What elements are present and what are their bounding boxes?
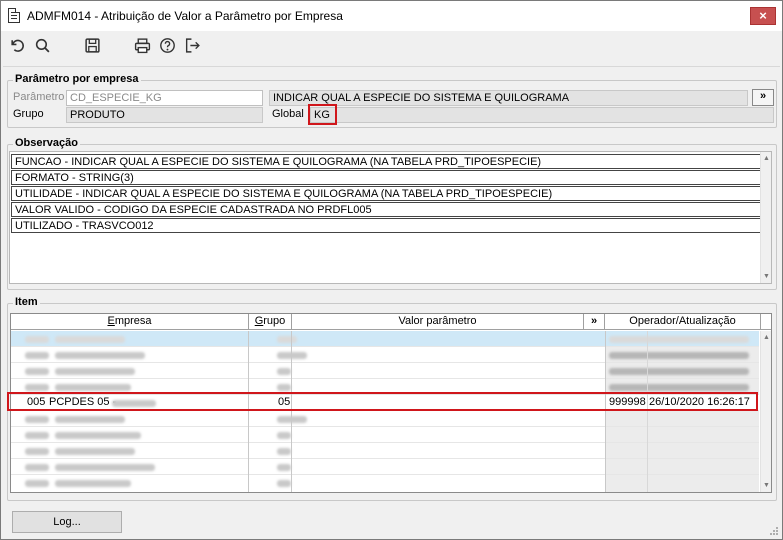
print-icon: [134, 37, 150, 53]
grupo-field: PRODUTO: [66, 107, 263, 123]
row-highlight-box: [7, 392, 758, 411]
save-icon: [84, 37, 100, 53]
observacao-scrollbar[interactable]: ▲ ▼: [760, 152, 771, 283]
save-button[interactable]: [82, 35, 102, 55]
exit-icon: [185, 37, 200, 53]
column-divider: [291, 331, 292, 492]
col-header-empresa[interactable]: Empresa: [11, 314, 249, 330]
column-divider: [647, 331, 648, 492]
window-title: ADMFM014 - Atribuição de Valor a Parâmet…: [27, 9, 343, 23]
global-label: Global: [272, 108, 304, 120]
global-highlight-box: [308, 104, 337, 125]
col-header-operador[interactable]: Operador/Atualização: [605, 314, 761, 330]
item-group-title: Item: [13, 296, 40, 308]
grupo-label: Grupo: [13, 108, 44, 120]
search-icon: [35, 38, 50, 53]
undo-button[interactable]: [7, 35, 27, 55]
toolbar: [1, 31, 782, 59]
document-icon: [8, 8, 20, 23]
scroll-down-icon[interactable]: ▼: [762, 481, 771, 490]
col-header-valor[interactable]: Valor parâmetro: [292, 314, 584, 330]
scroll-up-icon[interactable]: ▲: [762, 333, 771, 342]
item-grid-scrollbar[interactable]: ▲ ▼: [760, 331, 771, 492]
exit-button[interactable]: [182, 35, 202, 55]
parametro-more-button[interactable]: »: [752, 89, 774, 106]
undo-icon: [10, 39, 24, 52]
parametro-field[interactable]: CD_ESPECIE_KG: [66, 90, 263, 106]
col-header-grupo[interactable]: Grupo: [249, 314, 292, 330]
close-button[interactable]: ×: [750, 7, 776, 25]
parametro-label: Parâmetro: [13, 91, 65, 103]
application-window: ADMFM014 - Atribuição de Valor a Parâmet…: [0, 0, 783, 540]
col-header-more-button[interactable]: »: [584, 314, 605, 330]
log-button[interactable]: Log...: [12, 511, 122, 533]
observacao-line-formato: FORMATO - STRING(3): [11, 170, 765, 185]
scroll-down-icon[interactable]: ▼: [762, 272, 771, 281]
print-button[interactable]: [132, 35, 152, 55]
resize-grip-icon[interactable]: [769, 526, 779, 536]
search-button[interactable]: [32, 35, 52, 55]
observacao-line-utilidade: UTILIDADE - INDICAR QUAL A ESPECIE DO SI…: [11, 186, 765, 201]
observacao-line-utilizado: UTILIZADO - TRASVCO012: [11, 218, 765, 233]
observacao-line-valor-valido: VALOR VALIDO - CODIGO DA ESPECIE CADASTR…: [11, 202, 765, 217]
toolbar-separator: [3, 66, 780, 67]
help-button[interactable]: [157, 35, 177, 55]
column-divider: [248, 331, 249, 492]
observacao-line-funcao: FUNCAO - INDICAR QUAL A ESPECIE DO SISTE…: [11, 154, 765, 169]
observacao-text-area[interactable]: FUNCAO - INDICAR QUAL A ESPECIE DO SISTE…: [9, 151, 772, 284]
parametro-descricao-field: INDICAR QUAL A ESPECIE DO SISTEMA E QUIL…: [269, 90, 748, 106]
title-bar[interactable]: ADMFM014 - Atribuição de Valor a Parâmet…: [1, 1, 782, 31]
scroll-up-icon[interactable]: ▲: [762, 154, 771, 163]
parametro-group-title: Parâmetro por empresa: [13, 73, 141, 85]
global-field[interactable]: KG: [310, 107, 774, 123]
grid-header: Empresa Grupo Valor parâmetro » Operador…: [11, 314, 771, 330]
column-divider: [605, 331, 606, 492]
observacao-group-title: Observação: [13, 137, 80, 149]
help-icon: [159, 37, 175, 53]
